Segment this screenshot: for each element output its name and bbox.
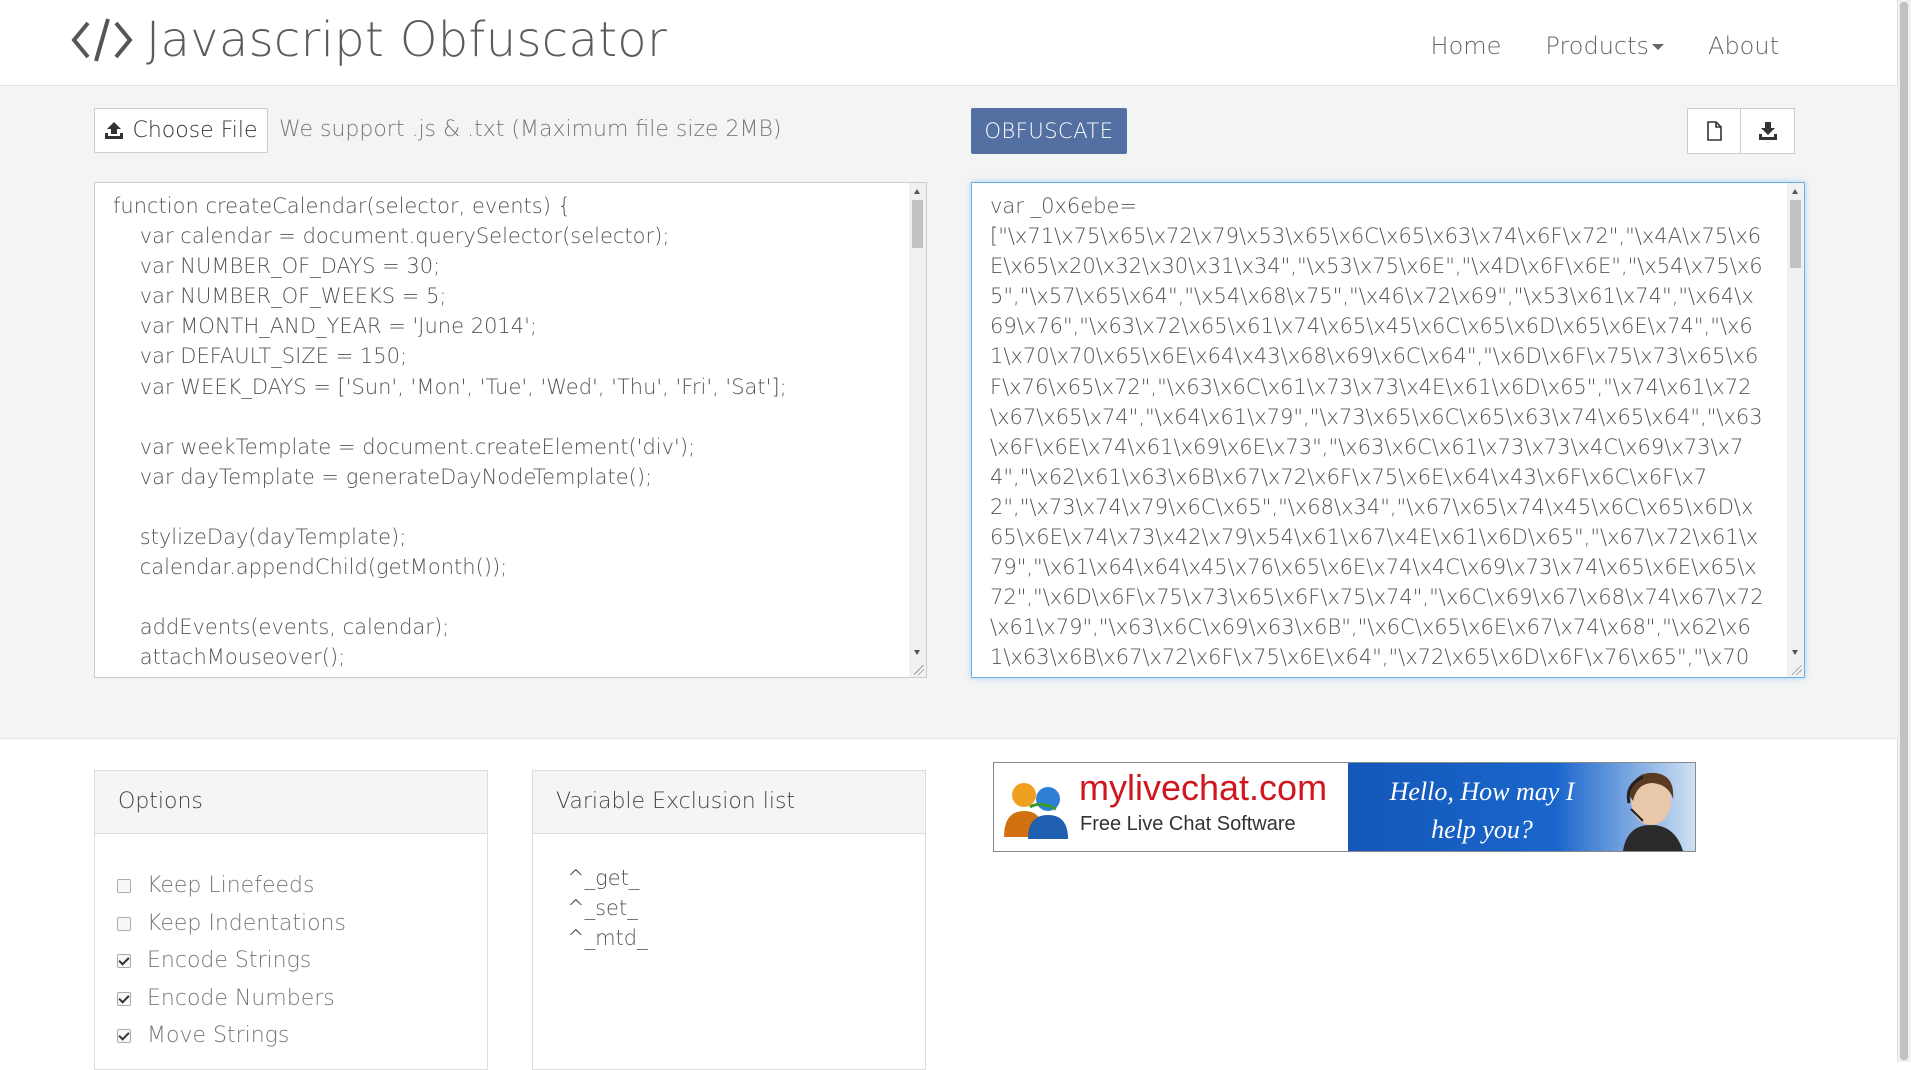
page-scrollbar[interactable] xyxy=(1897,0,1911,1062)
choose-file-label: Choose File xyxy=(132,118,258,143)
checkbox[interactable] xyxy=(117,878,131,893)
download-icon xyxy=(1758,122,1777,140)
download-button[interactable] xyxy=(1741,108,1795,154)
input-code-editor[interactable]: function createCalendar(selector, events… xyxy=(94,182,927,678)
scroll-down-icon[interactable] xyxy=(1792,650,1798,655)
output-editor-scrollbar[interactable] xyxy=(1787,183,1804,677)
resize-handle[interactable] xyxy=(1792,665,1802,675)
option-move-strings[interactable]: Move Strings xyxy=(117,1023,289,1048)
option-label: Keep Linefeeds xyxy=(147,873,315,898)
ad-subtitle: Free Live Chat Software xyxy=(1080,813,1296,835)
option-encode-numbers[interactable]: Encode Numbers xyxy=(117,986,335,1011)
ad-title: mylivechat.com xyxy=(1079,767,1328,808)
checkbox[interactable] xyxy=(117,916,131,931)
nav-home[interactable]: Home xyxy=(1409,22,1524,70)
input-code-text[interactable]: function createCalendar(selector, events… xyxy=(95,183,926,677)
choose-file-button[interactable]: Choose File xyxy=(94,108,268,153)
option-encode-strings[interactable]: Encode Strings xyxy=(117,948,311,973)
options-title: Options xyxy=(95,771,487,834)
checkbox[interactable] xyxy=(117,1028,131,1043)
navbar: Javascript Obfuscator Home Products Abou… xyxy=(0,0,1898,86)
checkbox[interactable] xyxy=(117,991,131,1006)
new-file-icon xyxy=(1707,121,1722,141)
new-file-button[interactable] xyxy=(1687,108,1741,154)
ad-right: Hello, How may I help you? xyxy=(1348,763,1695,851)
support-text: We support .js & .txt (Maximum file size… xyxy=(279,117,782,142)
exclusion-title: Variable Exclusion list xyxy=(533,771,925,834)
input-scroll-thumb[interactable] xyxy=(912,200,923,248)
option-label: Encode Numbers xyxy=(147,986,335,1011)
scroll-up-icon[interactable] xyxy=(1792,189,1798,194)
page-scrollbar-thumb[interactable] xyxy=(1900,2,1908,1060)
brand-title: Javascript Obfuscator xyxy=(146,12,668,68)
chat-people-icon xyxy=(1004,783,1068,839)
nav-products[interactable]: Products xyxy=(1523,22,1686,70)
exclusion-entry: ^_mtd_ xyxy=(567,926,648,950)
option-label: Keep Indentations xyxy=(147,911,346,936)
option-label: Encode Strings xyxy=(147,948,312,973)
ad-hello-line2: help you? xyxy=(1431,815,1533,844)
ad-hello-text: Hello, How may I help you? xyxy=(1372,773,1592,849)
scroll-down-icon[interactable] xyxy=(914,650,920,655)
exclusion-entry: ^_set_ xyxy=(567,896,638,920)
mylivechat-ad-banner[interactable]: mylivechat.com Free Live Chat Software H… xyxy=(993,762,1696,852)
exclusion-list-input[interactable]: ^_get_ ^_set_ ^_mtd_ xyxy=(567,863,648,953)
main-nav: Home Products About xyxy=(1409,22,1801,70)
brand[interactable]: Javascript Obfuscator xyxy=(70,8,667,72)
output-code-editor[interactable]: var _0x6ebe= ["\x71\x75\x65\x72\x79\x53\… xyxy=(971,182,1805,678)
ad-left: mylivechat.com Free Live Chat Software xyxy=(994,763,1348,851)
nav-about[interactable]: About xyxy=(1686,22,1801,70)
output-code-text[interactable]: var _0x6ebe= ["\x71\x75\x65\x72\x79\x53\… xyxy=(972,183,1804,677)
output-scroll-thumb[interactable] xyxy=(1790,200,1801,268)
checkbox[interactable] xyxy=(117,953,131,968)
option-keep-linefeeds[interactable]: Keep Linefeeds xyxy=(117,873,314,898)
resize-handle[interactable] xyxy=(914,665,924,675)
ad-hello-line1: Hello, How may I xyxy=(1389,777,1575,806)
code-brackets-icon xyxy=(71,18,133,62)
variable-exclusion-panel: Variable Exclusion list ^_get_ ^_set_ ^_… xyxy=(532,770,926,1070)
upload-icon xyxy=(105,121,124,139)
output-actions xyxy=(1687,108,1795,154)
options-panel: Options Keep Linefeeds Keep Indentations… xyxy=(94,770,488,1070)
caret-down-icon xyxy=(1652,44,1665,50)
option-label: Move Strings xyxy=(147,1023,290,1048)
scroll-up-icon[interactable] xyxy=(914,189,920,194)
obfuscate-button[interactable]: OBFUSCATE xyxy=(971,108,1127,154)
exclusion-entry: ^_get_ xyxy=(567,866,640,890)
support-agent-icon xyxy=(1623,772,1683,851)
nav-products-label: Products xyxy=(1545,32,1650,60)
option-keep-indentations[interactable]: Keep Indentations xyxy=(117,911,346,936)
input-editor-scrollbar[interactable] xyxy=(909,183,926,677)
